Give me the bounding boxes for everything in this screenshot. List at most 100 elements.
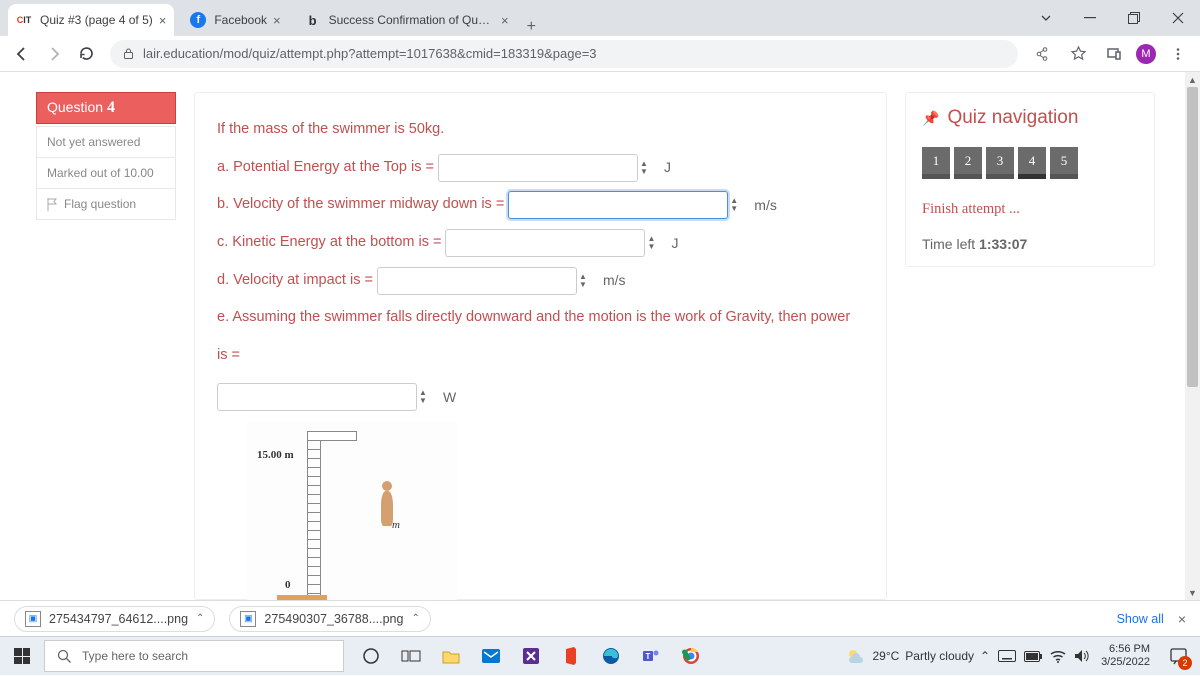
- tab-title: Quiz #3 (page 4 of 5): [40, 13, 153, 27]
- part-e-input[interactable]: [217, 383, 417, 411]
- part-a-input[interactable]: [438, 154, 638, 182]
- stepper-icon[interactable]: ▲▼: [647, 231, 663, 255]
- part-e-unit: W: [443, 379, 456, 415]
- taskbar-apps: T: [352, 637, 710, 676]
- close-icon[interactable]: ×: [501, 13, 509, 28]
- pin-icon[interactable]: 📌: [922, 110, 939, 127]
- nav-question-2[interactable]: 2: [954, 147, 982, 179]
- part-c-label: c. Kinetic Energy at the bottom is =: [217, 224, 441, 262]
- question-diagram: 15.00 m m 0: [247, 421, 457, 600]
- browser-tab-strip: CIT Quiz #3 (page 4 of 5) × f Facebook ×…: [0, 0, 1200, 36]
- scroll-down-icon[interactable]: ▼: [1185, 585, 1200, 600]
- mail-icon[interactable]: [472, 637, 510, 676]
- office-icon[interactable]: [552, 637, 590, 676]
- windows-taskbar: Type here to search T 29°C Partly cloudy…: [0, 636, 1200, 675]
- menu-icon[interactable]: [1164, 40, 1192, 68]
- download-filename: 275434797_64612....png: [49, 612, 188, 626]
- taskbar-search[interactable]: Type here to search: [44, 640, 344, 672]
- finish-attempt-link[interactable]: Finish attempt ...: [922, 201, 1138, 218]
- part-b-input[interactable]: [508, 191, 728, 219]
- scroll-up-icon[interactable]: ▲: [1185, 72, 1200, 87]
- close-icon[interactable]: ×: [1178, 611, 1186, 627]
- show-all-downloads[interactable]: Show all: [1117, 612, 1164, 626]
- teams-icon[interactable]: T: [632, 637, 670, 676]
- browser-tab[interactable]: b Success Confirmation of Question ×: [297, 4, 517, 36]
- image-file-icon: ▣: [25, 611, 41, 627]
- taskbar-clock[interactable]: 6:56 PM 3/25/2022: [1095, 643, 1156, 669]
- chevron-up-icon[interactable]: ⌃: [411, 613, 419, 624]
- close-icon[interactable]: ×: [273, 13, 281, 28]
- download-item[interactable]: ▣ 275490307_36788....png ⌃: [229, 606, 430, 632]
- part-a-unit: J: [664, 149, 671, 185]
- svg-text:T: T: [646, 652, 651, 661]
- downloads-bar: ▣ 275434797_64612....png ⌃ ▣ 275490307_3…: [0, 600, 1200, 636]
- device-icon[interactable]: [1100, 40, 1128, 68]
- maximize-button[interactable]: [1112, 3, 1156, 33]
- url-text: lair.education/mod/quiz/attempt.php?atte…: [143, 46, 597, 61]
- part-b-label: b. Velocity of the swimmer midway down i…: [217, 186, 504, 224]
- weather-widget[interactable]: 29°C Partly cloudy: [846, 647, 974, 665]
- close-icon[interactable]: ×: [159, 13, 167, 28]
- cortana-icon[interactable]: [352, 637, 390, 676]
- wifi-icon[interactable]: [1050, 650, 1066, 663]
- diagram-mass-label: m: [392, 511, 400, 540]
- reload-button[interactable]: [72, 40, 100, 68]
- app-icon[interactable]: [512, 637, 550, 676]
- star-icon[interactable]: [1064, 40, 1092, 68]
- minimize-button[interactable]: [1068, 3, 1112, 33]
- question-info-panel: Question 4 Not yet answered Marked out o…: [36, 92, 176, 600]
- close-button[interactable]: [1156, 3, 1200, 33]
- chrome-icon[interactable]: [672, 637, 710, 676]
- image-file-icon: ▣: [240, 611, 256, 627]
- scrollbar[interactable]: ▲ ▼: [1185, 72, 1200, 600]
- browser-tab[interactable]: f Facebook ×: [182, 4, 288, 36]
- quiz-timer: Time left 1:33:07: [922, 236, 1138, 252]
- file-explorer-icon[interactable]: [432, 637, 470, 676]
- chevron-down-icon[interactable]: [1024, 3, 1068, 33]
- stepper-icon[interactable]: ▲▼: [579, 269, 595, 293]
- diagram-ladder: [307, 441, 321, 600]
- part-c-input[interactable]: [445, 229, 645, 257]
- profile-avatar[interactable]: M: [1136, 44, 1156, 64]
- download-item[interactable]: ▣ 275434797_64612....png ⌃: [14, 606, 215, 632]
- back-button[interactable]: [8, 40, 36, 68]
- notifications-icon[interactable]: 2: [1162, 640, 1194, 672]
- windows-logo-icon: [14, 648, 30, 664]
- window-controls: [1024, 0, 1200, 36]
- nav-question-4[interactable]: 4: [1018, 147, 1046, 179]
- part-d-input[interactable]: [377, 267, 577, 295]
- scroll-thumb[interactable]: [1187, 87, 1198, 387]
- quiz-navigation-panel: 📌 Quiz navigation 1 2 3 4 5 Finish attem…: [905, 92, 1155, 267]
- new-tab-button[interactable]: +: [517, 18, 546, 36]
- nav-question-1[interactable]: 1: [922, 147, 950, 179]
- part-b-unit: m/s: [754, 187, 777, 223]
- chevron-up-icon[interactable]: ⌃: [196, 613, 204, 624]
- volume-icon[interactable]: [1074, 649, 1089, 663]
- edge-icon[interactable]: [592, 637, 630, 676]
- browser-tab-active[interactable]: CIT Quiz #3 (page 4 of 5) ×: [8, 4, 174, 36]
- tray-chevron-icon[interactable]: ⌃: [980, 649, 990, 663]
- download-filename: 275490307_36788....png: [264, 612, 403, 626]
- share-icon[interactable]: [1028, 40, 1056, 68]
- battery-icon[interactable]: [1024, 651, 1042, 662]
- question-number-grid: 1 2 3 4 5: [922, 147, 1138, 179]
- start-button[interactable]: [2, 637, 42, 676]
- notification-badge: 2: [1178, 656, 1192, 670]
- diagram-zero-label: 0: [285, 571, 291, 600]
- stepper-icon[interactable]: ▲▼: [419, 385, 435, 409]
- url-input[interactable]: lair.education/mod/quiz/attempt.php?atte…: [110, 40, 1018, 68]
- task-view-icon[interactable]: [392, 637, 430, 676]
- stepper-icon[interactable]: ▲▼: [640, 156, 656, 180]
- flag-question-button[interactable]: Flag question: [36, 189, 176, 220]
- weather-icon: [846, 647, 866, 665]
- keyboard-icon[interactable]: [998, 650, 1016, 662]
- taskbar-tray: 29°C Partly cloudy ⌃ 6:56 PM 3/25/2022 2: [846, 640, 1198, 672]
- lock-icon: [122, 47, 135, 60]
- part-d-unit: m/s: [603, 262, 626, 298]
- diagram-height-label: 15.00 m: [257, 441, 294, 470]
- nav-question-5[interactable]: 5: [1050, 147, 1078, 179]
- question-status: Not yet answered: [36, 126, 176, 158]
- nav-question-3[interactable]: 3: [986, 147, 1014, 179]
- forward-button[interactable]: [40, 40, 68, 68]
- stepper-icon[interactable]: ▲▼: [730, 193, 746, 217]
